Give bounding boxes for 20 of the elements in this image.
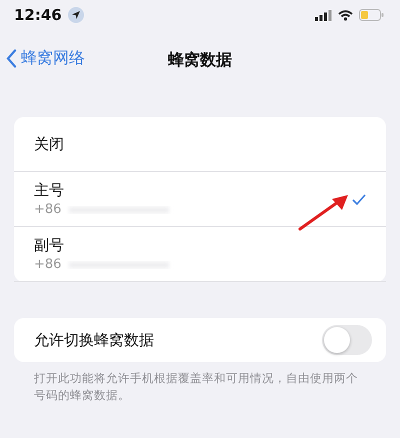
option-label: 副号 bbox=[34, 236, 65, 255]
option-row[interactable]: 副号 +86 bbox=[14, 227, 386, 282]
wifi-icon bbox=[338, 10, 353, 20]
footer-note: 打开此功能将允许手机根据覆盖率和可用情况，自由使用两个号码的蜂窝数据。 bbox=[33, 370, 359, 404]
option-row[interactable]: 关闭 bbox=[14, 117, 386, 172]
annotation-arrow bbox=[298, 193, 350, 231]
switch-label: 允许切换蜂窝数据 bbox=[34, 330, 155, 350]
page-title: 蜂窝数据 bbox=[168, 49, 232, 71]
option-label: 关闭 bbox=[34, 134, 65, 154]
toggle-switch[interactable] bbox=[322, 325, 372, 355]
signal-icon bbox=[315, 10, 332, 20]
option-label: 主号 bbox=[34, 181, 65, 200]
phone-prefix: +86 bbox=[34, 202, 62, 217]
back-chevron-icon bbox=[6, 49, 17, 68]
option-row[interactable]: 主号 +86 bbox=[14, 172, 386, 227]
location-icon bbox=[68, 7, 84, 23]
status-time: 12:46 bbox=[14, 6, 62, 24]
back-button[interactable]: 蜂窝网络 bbox=[6, 48, 85, 69]
phone-prefix: +86 bbox=[34, 257, 62, 272]
battery-icon bbox=[359, 9, 384, 21]
